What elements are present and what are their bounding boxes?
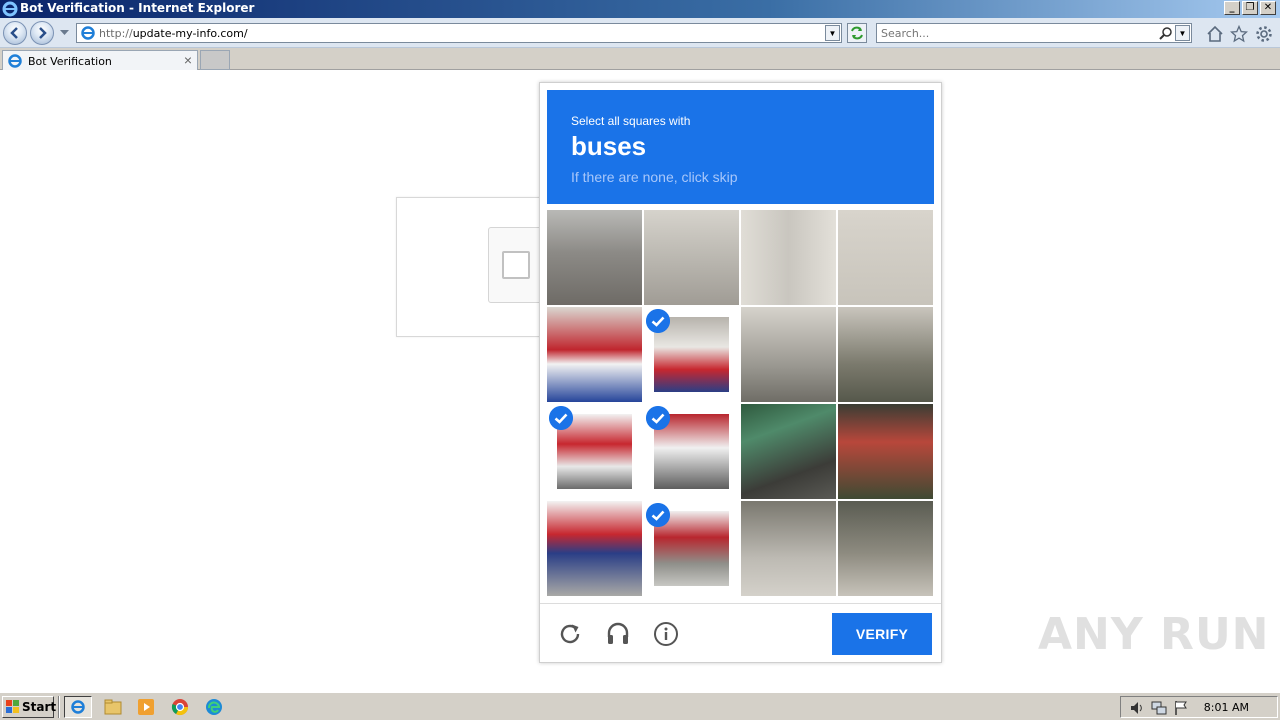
- tile-image: [547, 210, 642, 305]
- close-window-button[interactable]: ✕: [1260, 1, 1276, 15]
- forward-button[interactable]: [30, 21, 54, 45]
- tile-image: [838, 210, 933, 305]
- captcha-checkbox[interactable]: [502, 251, 530, 279]
- grid-tile[interactable]: [838, 501, 933, 596]
- selected-check-icon: [646, 406, 670, 430]
- favorites-star-icon[interactable]: [1230, 25, 1248, 43]
- selected-check-icon: [549, 406, 573, 430]
- address-bar[interactable]: http://update-my-info.com/ ▼: [76, 23, 842, 43]
- taskbar-clock: 8:01 AM: [1203, 701, 1249, 714]
- network-icon[interactable]: [1151, 700, 1167, 716]
- refresh-icon: [851, 26, 863, 40]
- media-player-icon[interactable]: [137, 698, 155, 716]
- back-button[interactable]: [3, 21, 27, 45]
- grid-tile[interactable]: [741, 210, 836, 305]
- image-grid: [547, 210, 934, 597]
- selected-check-icon: [646, 503, 670, 527]
- anyrun-watermark: ANY RUN: [1038, 609, 1270, 660]
- tile-image: [838, 404, 933, 499]
- grid-tile[interactable]: [838, 307, 933, 402]
- file-explorer-icon[interactable]: [104, 698, 122, 716]
- grid-tile[interactable]: [741, 501, 836, 596]
- recent-pages-chevron-icon[interactable]: [60, 30, 69, 36]
- new-tab-button[interactable]: [200, 50, 230, 70]
- tile-image: [547, 501, 642, 596]
- tab-label: Bot Verification: [28, 55, 112, 68]
- chrome-icon[interactable]: [171, 698, 189, 716]
- minimize-button[interactable]: _: [1224, 1, 1240, 15]
- tile-image: [547, 307, 642, 402]
- grid-tile[interactable]: [838, 210, 933, 305]
- tab-bot-verification[interactable]: Bot Verification ×: [2, 50, 198, 70]
- taskbar: Start 8:01 AM: [0, 692, 1280, 720]
- taskbar-separator: [58, 696, 60, 718]
- address-dropdown-button[interactable]: ▼: [825, 25, 840, 41]
- search-icon[interactable]: [1159, 26, 1173, 40]
- captcha-checkbox-container: [488, 227, 544, 303]
- prompt-target: buses: [571, 131, 647, 161]
- prompt-instruction: Select all squares with: [571, 114, 691, 128]
- ie-page-icon: [81, 26, 95, 40]
- forward-arrow-icon: [39, 27, 47, 39]
- search-dropdown-button[interactable]: ▼: [1175, 25, 1190, 41]
- grid-tile[interactable]: [547, 210, 642, 305]
- restore-button[interactable]: ❐: [1242, 1, 1258, 15]
- grid-tile[interactable]: [644, 404, 739, 499]
- grid-tile[interactable]: [741, 404, 836, 499]
- taskbar-ie-button[interactable]: [64, 696, 92, 718]
- tile-image: [741, 501, 836, 596]
- start-button[interactable]: Start: [2, 696, 57, 718]
- tile-image: [741, 210, 836, 305]
- reload-icon[interactable]: [557, 621, 583, 647]
- system-tray: 8:01 AM: [1120, 696, 1278, 718]
- volume-icon[interactable]: [1129, 700, 1145, 716]
- edge-icon[interactable]: [205, 698, 223, 716]
- tile-image: [644, 210, 739, 305]
- search-box[interactable]: ▼: [876, 23, 1192, 43]
- challenge-footer: VERIFY: [540, 603, 941, 662]
- tile-image: [838, 501, 933, 596]
- windows-logo-icon: [6, 700, 19, 713]
- grid-tile[interactable]: [741, 307, 836, 402]
- verify-button[interactable]: VERIFY: [832, 613, 932, 655]
- search-input[interactable]: [881, 27, 1151, 40]
- grid-tile[interactable]: [838, 404, 933, 499]
- action-center-flag-icon[interactable]: [1173, 700, 1189, 716]
- home-icon[interactable]: [1206, 25, 1224, 43]
- grid-tile[interactable]: [644, 501, 739, 596]
- navigation-toolbar: http://update-my-info.com/ ▼ ▼: [0, 18, 1280, 48]
- address-url[interactable]: http://update-my-info.com/: [99, 27, 248, 40]
- window-title: Bot Verification - Internet Explorer: [20, 1, 255, 15]
- selected-check-icon: [646, 309, 670, 333]
- tab-bar: Bot Verification ×: [0, 48, 1280, 70]
- internet-explorer-icon: [71, 700, 85, 714]
- grid-tile[interactable]: [644, 210, 739, 305]
- audio-headphones-icon[interactable]: [605, 621, 631, 647]
- ie-tab-icon: [8, 54, 22, 68]
- back-arrow-icon: [10, 27, 18, 39]
- grid-tile[interactable]: [644, 307, 739, 402]
- page-content: Select all squares with buses If there a…: [0, 71, 1280, 692]
- prompt-hint: If there are none, click skip: [571, 169, 738, 185]
- compat-refresh-button[interactable]: [847, 23, 867, 43]
- grid-tile[interactable]: [547, 501, 642, 596]
- captcha-challenge-popup: Select all squares with buses If there a…: [539, 82, 942, 663]
- grid-tile[interactable]: [547, 404, 642, 499]
- tile-image: [838, 307, 933, 402]
- ie-logo-icon: [2, 1, 18, 17]
- tile-image: [741, 404, 836, 499]
- grid-tile[interactable]: [547, 307, 642, 402]
- info-icon[interactable]: [653, 621, 679, 647]
- window-titlebar: Bot Verification - Internet Explorer _ ❐…: [0, 0, 1280, 18]
- tile-image: [741, 307, 836, 402]
- challenge-prompt: Select all squares with buses If there a…: [547, 90, 934, 204]
- start-label: Start: [22, 700, 57, 714]
- close-tab-icon[interactable]: ×: [184, 52, 192, 68]
- gear-icon[interactable]: [1255, 25, 1273, 43]
